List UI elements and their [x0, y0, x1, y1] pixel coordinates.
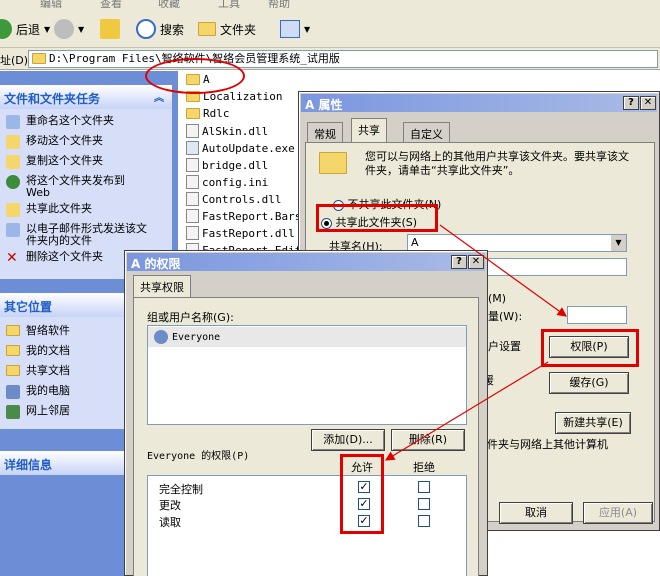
annotation-arrows	[384, 224, 567, 461]
arrow-to-permissions	[439, 224, 567, 317]
arrow-to-allow	[384, 361, 549, 461]
